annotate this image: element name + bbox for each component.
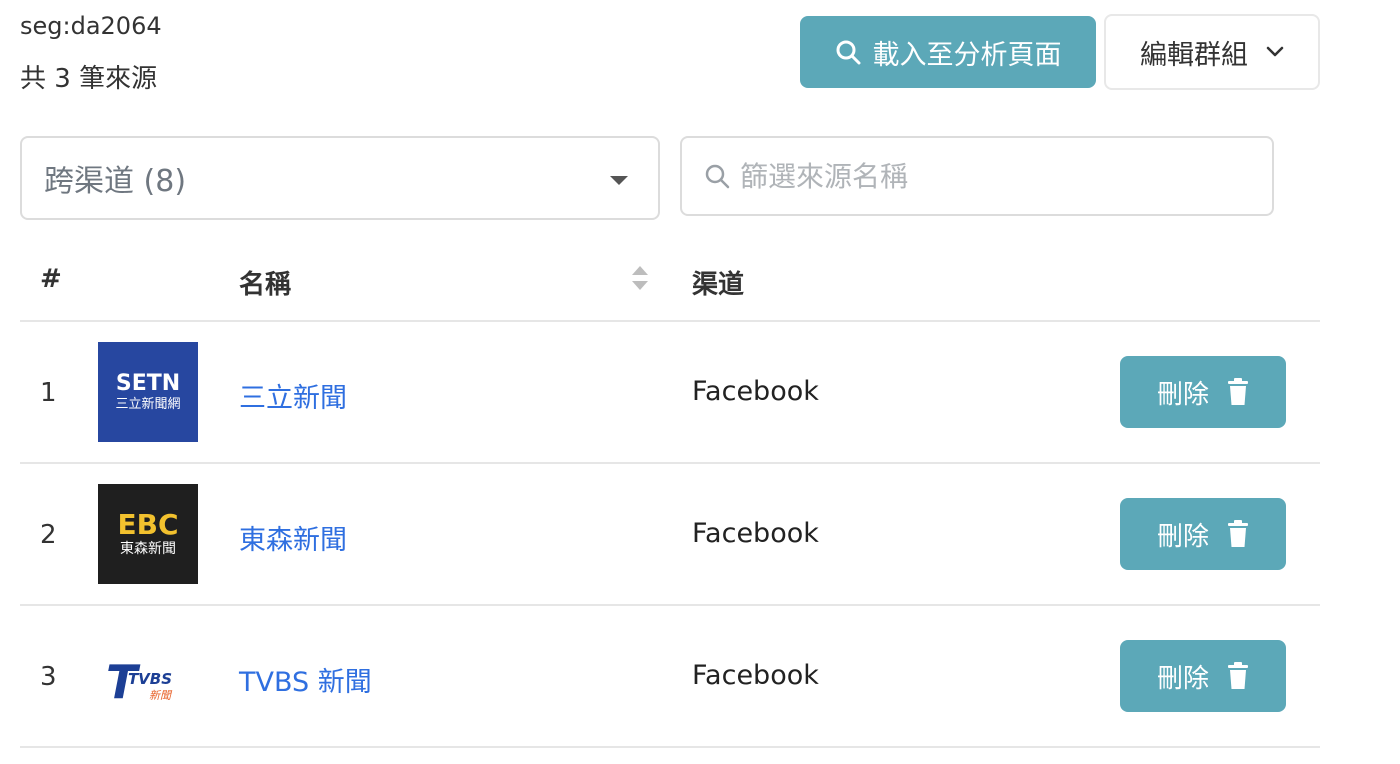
channel-select[interactable]: 跨渠道 (8) xyxy=(20,136,660,220)
trash-icon xyxy=(1228,378,1248,405)
ebc-logo-subtext: 東森新聞 xyxy=(120,541,176,557)
column-name-header[interactable]: 名稱 xyxy=(239,264,291,301)
search-icon xyxy=(836,40,860,65)
delete-button[interactable]: 刪除 xyxy=(1120,356,1286,428)
search-icon xyxy=(705,164,730,189)
edit-group-label: 編輯群組 xyxy=(1140,39,1248,71)
trash-icon xyxy=(1228,520,1248,547)
tvbs-logo-text: TVBS xyxy=(128,670,172,688)
row-index: 1 xyxy=(40,378,57,408)
tvbs-logo: T TVBS 新聞 xyxy=(98,626,198,726)
delete-label: 刪除 xyxy=(1156,379,1209,410)
caret-down-icon xyxy=(610,176,628,185)
tvbs-logo-subtext: 新聞 xyxy=(149,689,173,702)
source-channel: Facebook xyxy=(692,376,819,407)
column-channel-header: 渠道 xyxy=(692,270,745,300)
ebc-logo-text: EBC xyxy=(117,508,178,541)
row-index: 3 xyxy=(40,662,57,692)
setn-logo-text: SETN xyxy=(116,371,180,396)
source-count: 共 3 筆來源 xyxy=(20,64,158,94)
table-header: # 名稱 渠道 xyxy=(20,240,1320,322)
delete-label: 刪除 xyxy=(1156,663,1209,694)
table-row: 3 T TVBS 新聞 TVBS 新聞 Facebook 刪除 xyxy=(20,606,1320,748)
channel-select-value: 跨渠道 (8) xyxy=(44,164,187,199)
source-channel: Facebook xyxy=(692,518,819,549)
delete-button[interactable]: 刪除 xyxy=(1120,498,1286,570)
delete-button[interactable]: 刪除 xyxy=(1120,640,1286,712)
source-name-link[interactable]: 東森新聞 xyxy=(239,518,347,557)
trash-icon xyxy=(1228,662,1248,689)
sort-icon[interactable] xyxy=(630,264,650,292)
table-row: 1 SETN 三立新聞網 三立新聞 Facebook 刪除 xyxy=(20,322,1320,464)
source-name-link[interactable]: 三立新聞 xyxy=(239,376,347,415)
edit-group-button[interactable]: 編輯群組 xyxy=(1104,14,1320,90)
table-row: 2 EBC 東森新聞 東森新聞 Facebook 刪除 xyxy=(20,464,1320,606)
column-index-header: # xyxy=(40,264,62,294)
source-search-field[interactable] xyxy=(680,136,1274,216)
row-index: 2 xyxy=(40,520,57,550)
chevron-down-icon xyxy=(1266,46,1284,57)
source-name-link[interactable]: TVBS 新聞 xyxy=(239,660,372,699)
source-search-input[interactable] xyxy=(740,159,1240,193)
setn-logo: SETN 三立新聞網 xyxy=(98,342,198,442)
load-to-analysis-button[interactable]: 載入至分析頁面 xyxy=(800,16,1096,88)
load-to-analysis-label: 載入至分析頁面 xyxy=(872,39,1062,71)
delete-label: 刪除 xyxy=(1156,521,1209,552)
ebc-logo: EBC 東森新聞 xyxy=(98,484,198,584)
source-channel: Facebook xyxy=(692,660,819,691)
setn-logo-subtext: 三立新聞網 xyxy=(115,396,180,412)
segment-id: seg:da2064 xyxy=(20,12,162,40)
